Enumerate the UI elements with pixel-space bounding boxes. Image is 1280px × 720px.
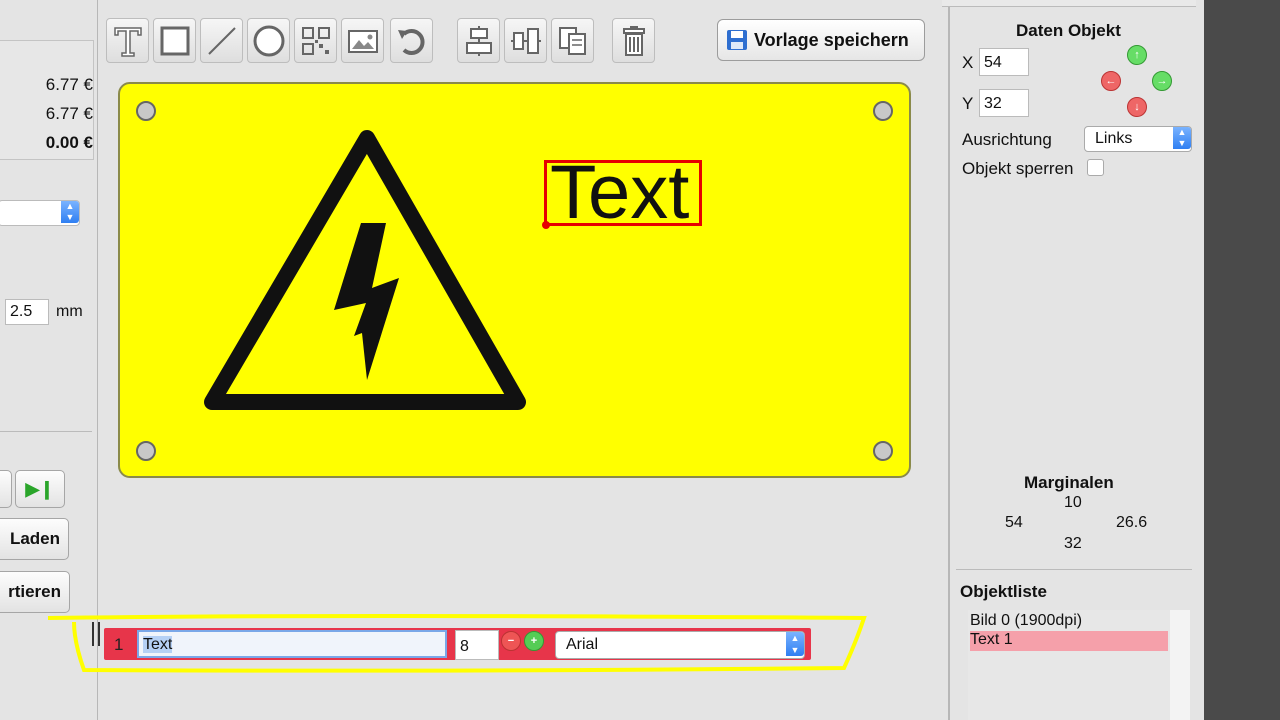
rectangle-tool-button[interactable] xyxy=(153,18,196,63)
thickness-unit: mm xyxy=(56,303,83,320)
label-canvas[interactable] xyxy=(118,82,911,478)
lock-checkbox[interactable] xyxy=(1087,159,1104,176)
price-box: 6.77 € 6.77 € 0.00 € xyxy=(0,40,94,160)
duplicate-button[interactable] xyxy=(551,18,594,63)
mounting-hole-top-left xyxy=(136,101,156,121)
window-edge xyxy=(1204,0,1280,720)
move-left-icon[interactable]: ← xyxy=(1101,71,1121,91)
decrease-size-icon[interactable]: − xyxy=(501,631,521,651)
delete-button[interactable] xyxy=(612,18,655,63)
prev-button[interactable] xyxy=(0,470,12,508)
object-list: Bild 0 (1900dpi) Text 1 xyxy=(968,610,1190,720)
text-cursor-icon xyxy=(92,622,100,646)
align-middle-icon xyxy=(510,27,541,54)
align-center-icon xyxy=(465,25,492,56)
play-end-icon: ▶❙ xyxy=(25,478,55,499)
mounting-hole-top-right xyxy=(873,101,893,121)
text-input-value: Text xyxy=(143,636,173,653)
alignment-spinner-icon: ▲ ▼ xyxy=(1173,127,1191,149)
load-button[interactable]: Laden xyxy=(0,518,69,560)
save-template-label: Vorlage speichern xyxy=(754,29,909,50)
increase-size-icon[interactable]: + xyxy=(524,631,544,651)
circle-icon xyxy=(253,25,284,56)
copy-icon xyxy=(558,26,586,55)
move-down-icon[interactable]: ↓ xyxy=(1127,97,1147,117)
line-icon xyxy=(207,26,236,55)
y-input[interactable]: 32 xyxy=(979,89,1029,117)
object-data-panel: Daten Objekt X 54 Y 32 ↑ ← → ↓ Ausrichtu… xyxy=(942,0,1206,720)
align-vertical-button[interactable] xyxy=(504,18,547,63)
margins-title: Marginalen xyxy=(1024,473,1114,492)
align-horizontal-button[interactable] xyxy=(457,18,500,63)
play-end-button[interactable]: ▶❙ xyxy=(15,470,65,508)
price-total: 0.00 € xyxy=(45,133,93,152)
undo-icon xyxy=(397,28,424,55)
lock-label: Objekt sperren xyxy=(962,159,1074,178)
text-input[interactable]: Text xyxy=(137,630,447,658)
select-spinner-icon: ▲ ▼ xyxy=(61,201,79,223)
divider xyxy=(956,569,1192,570)
line-tool-button[interactable] xyxy=(200,18,243,63)
text-tool-icon xyxy=(113,26,142,57)
export-button[interactable]: rtieren xyxy=(0,571,70,613)
alignment-label: Ausrichtung xyxy=(962,130,1052,149)
mounting-hole-bottom-left xyxy=(136,441,156,461)
row-index: 1 xyxy=(114,635,124,654)
left-select[interactable]: ▲ ▼ xyxy=(0,200,80,226)
margin-right: 26.6 xyxy=(1116,514,1148,531)
text-object[interactable]: Text xyxy=(544,160,702,226)
x-label: X xyxy=(962,53,974,72)
high-voltage-warning-icon[interactable] xyxy=(204,128,528,410)
save-template-button[interactable]: Vorlage speichern xyxy=(717,19,925,61)
font-size-input[interactable]: 8 xyxy=(455,630,499,660)
alignment-select[interactable]: Links ▲ ▼ xyxy=(1084,126,1192,152)
thickness-input[interactable]: 2.5 xyxy=(5,299,49,325)
mounting-hole-bottom-right xyxy=(873,441,893,461)
margin-left: 54 xyxy=(1005,514,1023,531)
margin-top: 10 xyxy=(1064,494,1082,511)
list-item-text-selected[interactable]: Text 1 xyxy=(970,631,1168,651)
circle-tool-button[interactable] xyxy=(247,18,290,63)
floppy-disk-icon xyxy=(727,30,747,50)
margin-bottom: 32 xyxy=(1064,535,1082,552)
qr-code-tool-button[interactable] xyxy=(294,18,337,63)
font-select[interactable]: Arial ▲ ▼ xyxy=(555,631,805,659)
font-select-spinner-icon: ▲ ▼ xyxy=(786,632,804,656)
image-icon xyxy=(347,29,378,53)
text-tool-button[interactable] xyxy=(106,18,149,63)
object-list-title: Objektliste xyxy=(960,582,1047,601)
list-item-image[interactable]: Bild 0 (1900dpi) xyxy=(970,612,1166,632)
divider xyxy=(0,431,92,432)
move-right-icon[interactable]: → xyxy=(1152,71,1172,91)
text-edit-row: 1 Text 8 − + Arial ▲ ▼ xyxy=(104,628,811,660)
price-2: 6.77 € xyxy=(45,104,93,123)
top-edge xyxy=(942,0,1196,7)
image-tool-button[interactable] xyxy=(341,18,384,63)
x-input[interactable]: 54 xyxy=(979,48,1029,76)
font-select-value: Arial xyxy=(566,636,599,653)
trash-icon xyxy=(622,25,645,56)
panel-title: Daten Objekt xyxy=(1016,21,1121,40)
qr-code-icon xyxy=(301,26,330,55)
alignment-select-value: Links xyxy=(1095,130,1133,147)
rectangle-icon xyxy=(160,26,189,55)
y-label: Y xyxy=(962,94,974,113)
selection-handle[interactable] xyxy=(542,221,550,229)
object-list-scrollbar[interactable] xyxy=(1170,610,1190,720)
price-1: 6.77 € xyxy=(45,75,93,94)
undo-button[interactable] xyxy=(390,18,433,63)
move-up-icon[interactable]: ↑ xyxy=(1127,45,1147,65)
